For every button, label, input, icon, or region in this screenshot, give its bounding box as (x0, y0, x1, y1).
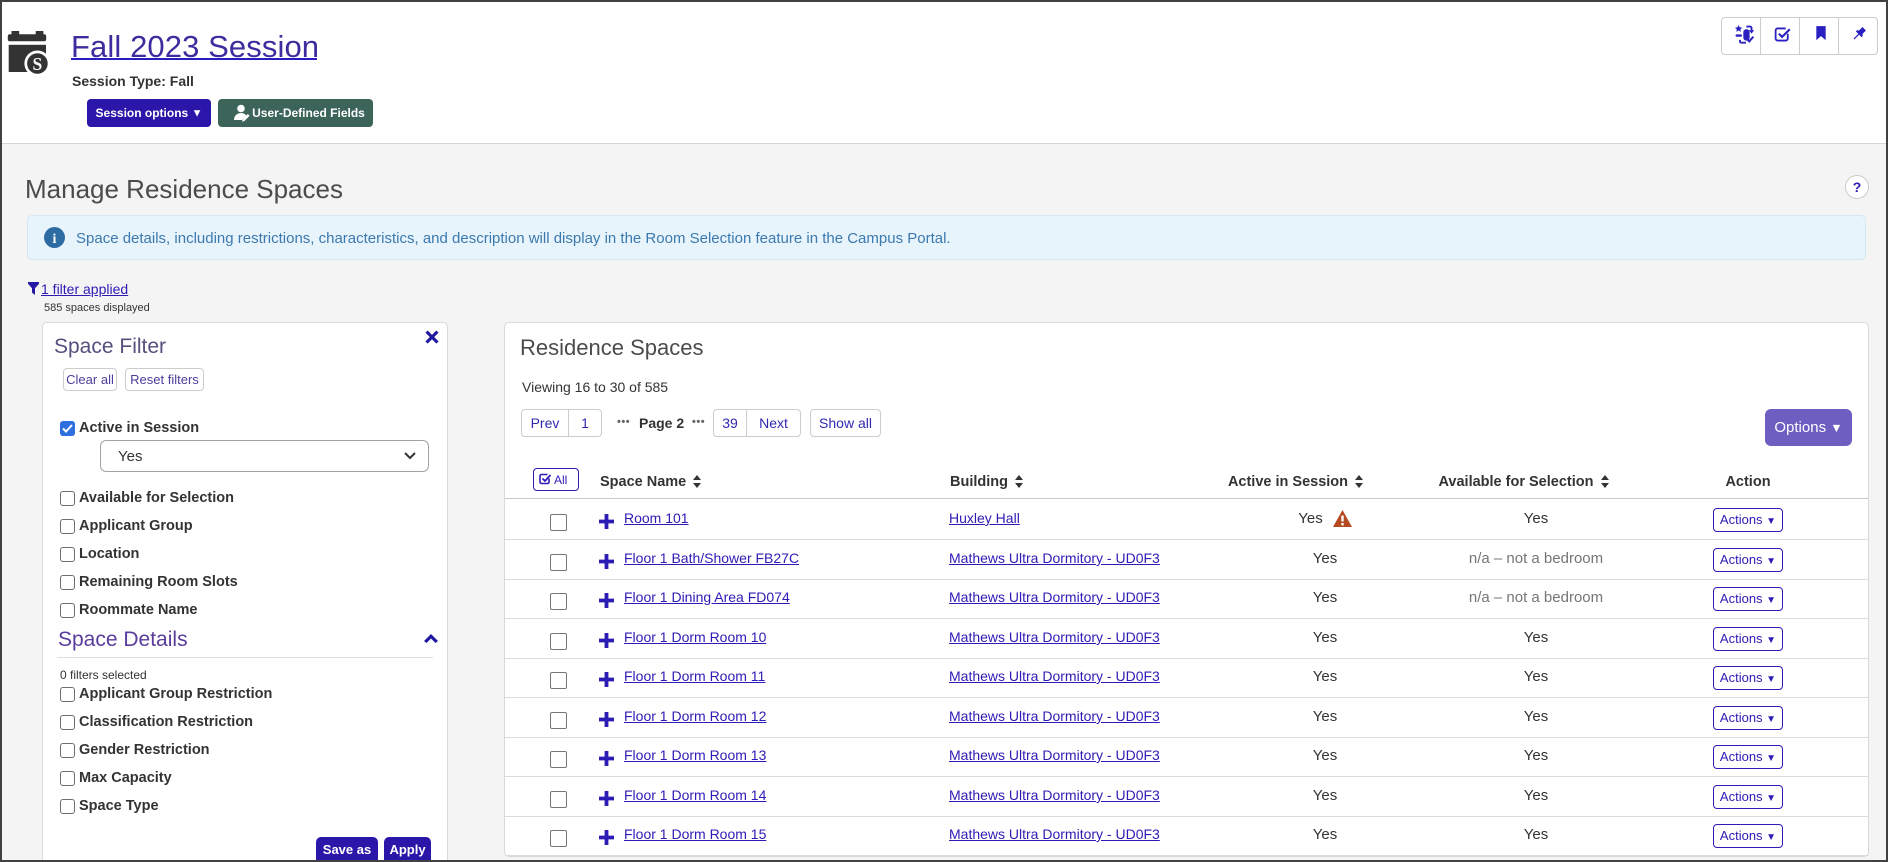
svg-text:i: i (53, 232, 57, 247)
svg-text:S: S (33, 54, 43, 74)
